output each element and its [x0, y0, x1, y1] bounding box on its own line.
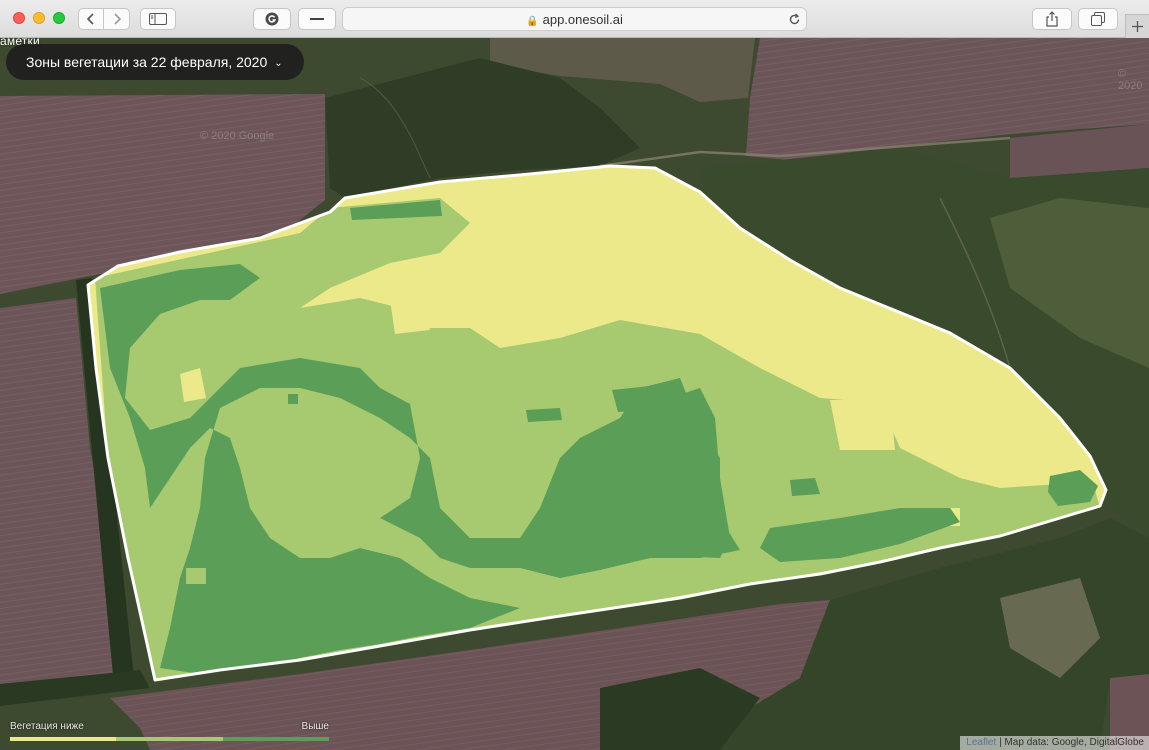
back-button[interactable] — [78, 8, 104, 30]
extension-button[interactable] — [253, 8, 291, 30]
sidebar-button[interactable] — [140, 8, 176, 30]
map-watermark-right: © 2020 — [1118, 68, 1143, 92]
share-button[interactable] — [1032, 8, 1072, 30]
back-icon — [86, 13, 94, 25]
attribution-text: Map data: Google, DigitalGlobe — [1004, 737, 1144, 748]
tabs-overview-button[interactable] — [1078, 8, 1118, 30]
legend-high-label: Выше — [301, 721, 329, 732]
legend-swatch-low — [10, 737, 117, 741]
map-watermark: © 2020 Google — [200, 130, 275, 142]
chevron-down-icon: ⌄ — [274, 57, 283, 69]
close-window-button[interactable] — [13, 12, 25, 24]
tabs-icon — [1091, 12, 1105, 26]
vegetation-date-selector[interactable]: Зоны вегетации за 22 февраля, 2020 ⌄ — [6, 44, 304, 80]
leaflet-link[interactable]: Leaflet — [966, 737, 996, 748]
satellite-imagery — [0, 38, 1149, 750]
reload-icon[interactable] — [788, 13, 801, 26]
satellite-map[interactable]: © 2020 Google © 2020 аметки Зоны вегетац… — [0, 38, 1149, 750]
lock-icon: 🔒 — [526, 16, 539, 27]
browser-toolbar: 🔒 app.onesoil.ai — [0, 0, 1149, 38]
grammarly-icon — [265, 12, 279, 26]
zoom-window-button[interactable] — [53, 12, 65, 24]
legend-swatch-medium — [116, 737, 223, 741]
forward-button[interactable] — [103, 8, 130, 30]
minus-icon — [310, 18, 324, 20]
address-bar[interactable]: 🔒 app.onesoil.ai — [342, 7, 807, 31]
share-icon — [1046, 11, 1058, 27]
new-tab-button[interactable] — [1125, 14, 1149, 38]
minus-button[interactable] — [298, 8, 336, 30]
legend-swatch-high — [222, 737, 329, 741]
sidebar-icon — [149, 13, 167, 25]
legend-color-bar — [10, 737, 329, 741]
forward-icon — [113, 13, 121, 25]
plus-icon — [1132, 21, 1143, 32]
vegetation-date-label: Зоны вегетации за 22 февраля, 2020 — [26, 54, 268, 70]
legend-low-label: Вегетация ниже — [10, 721, 84, 732]
minimize-window-button[interactable] — [33, 12, 45, 24]
map-attribution: Leaflet | Map data: Google, DigitalGlobe — [960, 736, 1149, 750]
url-text: app.onesoil.ai — [542, 12, 623, 27]
